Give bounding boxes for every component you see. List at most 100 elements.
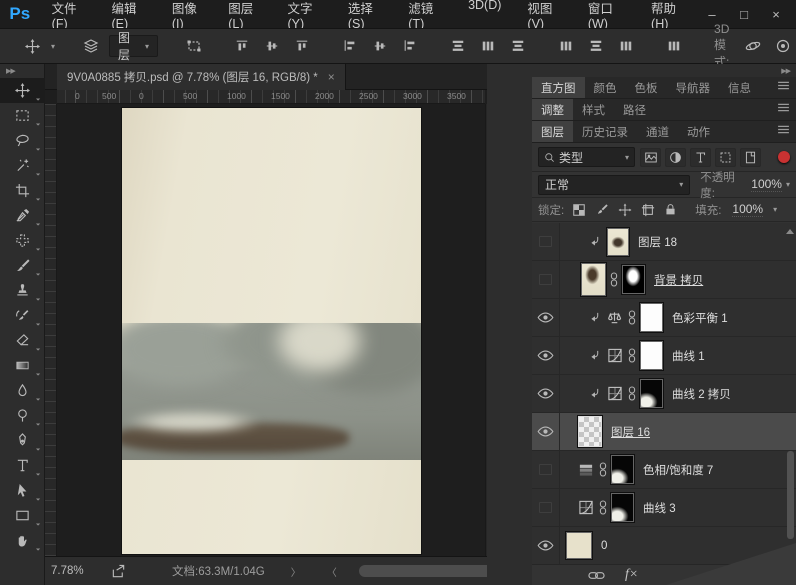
- layer-visibility-toggle[interactable]: [532, 261, 560, 298]
- filter-smart-objects-button[interactable]: [740, 148, 761, 167]
- layer-thumbnail[interactable]: [581, 263, 606, 296]
- tab-路径[interactable]: 路径: [614, 99, 655, 120]
- layer-visibility-toggle[interactable]: [532, 451, 560, 488]
- layer-filter-toggle[interactable]: [778, 151, 790, 163]
- dodge-tool[interactable]: [0, 403, 45, 428]
- layer-name[interactable]: 图层 18: [638, 234, 677, 250]
- auto-select-button[interactable]: [79, 34, 103, 58]
- distribute-bottom-edges-button[interactable]: [506, 34, 530, 58]
- layer-visibility-toggle[interactable]: [532, 489, 560, 526]
- layer-row-图层 16[interactable]: 图层 16: [532, 413, 796, 451]
- document-tab[interactable]: 9V0A0885 拷贝.psd @ 7.78% (图层 16, RGB/8) *…: [57, 64, 346, 90]
- tab-颜色[interactable]: 颜色: [585, 77, 626, 98]
- layer-mask-thumbnail[interactable]: [640, 341, 663, 370]
- export-icon[interactable]: [111, 564, 126, 579]
- filter-pixel-layers-button[interactable]: [640, 148, 661, 167]
- move-tool[interactable]: [0, 78, 45, 103]
- align-left-edges-button[interactable]: [338, 34, 362, 58]
- crop-tool[interactable]: [0, 178, 45, 203]
- layer-row-色彩平衡 1[interactable]: 色彩平衡 1: [532, 299, 796, 337]
- scroll-left-arrow-icon[interactable]: 〈: [327, 564, 337, 579]
- layer-name[interactable]: 背景 拷贝: [654, 272, 703, 288]
- filter-adjustment-layers-button[interactable]: [665, 148, 686, 167]
- maximize-button[interactable]: □: [730, 4, 758, 24]
- layer-visibility-toggle[interactable]: [532, 299, 560, 336]
- layer-visibility-toggle[interactable]: [532, 337, 560, 374]
- panel-menu-icon[interactable]: [777, 125, 790, 134]
- distribute-vertical-centers-button[interactable]: [476, 34, 500, 58]
- tab-信息[interactable]: 信息: [719, 77, 760, 98]
- close-button[interactable]: ×: [762, 4, 790, 24]
- layer-effects-icon[interactable]: f×: [625, 567, 638, 583]
- tab-样式[interactable]: 样式: [573, 99, 614, 120]
- align-horizontal-centers-button[interactable]: [368, 34, 392, 58]
- blur-tool[interactable]: [0, 378, 45, 403]
- toolbar-expand-arrows-icon[interactable]: ▶▶: [0, 64, 44, 78]
- align-bottom-edges-button[interactable]: [290, 34, 314, 58]
- magic-wand-tool[interactable]: [0, 153, 45, 178]
- panel-menu-icon[interactable]: [777, 103, 790, 112]
- horizontal-scroll-thumb[interactable]: [359, 565, 493, 577]
- zoom-level-field[interactable]: 7.78%: [51, 565, 103, 577]
- eraser-tool[interactable]: [0, 328, 45, 353]
- layer-row-色相/饱和度 7[interactable]: 色相/饱和度 7: [532, 451, 796, 489]
- lock-all-button[interactable]: [662, 201, 679, 218]
- layer-row-图层 18[interactable]: 图层 18: [532, 223, 796, 261]
- canvas-image[interactable]: [122, 108, 421, 554]
- tab-图层[interactable]: 图层: [532, 121, 573, 142]
- layer-name[interactable]: 图层 16: [611, 424, 650, 440]
- layer-list-scroll-thumb[interactable]: [787, 451, 794, 539]
- tab-通道[interactable]: 通道: [637, 121, 678, 142]
- hand-tool[interactable]: [0, 528, 45, 553]
- layer-name[interactable]: 色彩平衡 1: [672, 310, 728, 326]
- layer-visibility-toggle[interactable]: [532, 223, 560, 260]
- layer-mask-thumbnail[interactable]: [611, 455, 634, 484]
- distribute-left-edges-button[interactable]: [554, 34, 578, 58]
- filter-type-layers-button[interactable]: [690, 148, 711, 167]
- brush-tool[interactable]: [0, 253, 45, 278]
- blend-mode-select[interactable]: 正常 ▾: [538, 175, 690, 195]
- layer-mask-thumbnail[interactable]: [640, 379, 663, 408]
- layer-name[interactable]: 色相/饱和度 7: [643, 462, 713, 478]
- opacity-value[interactable]: 100%: [751, 177, 782, 192]
- layer-filter-kind-select[interactable]: 类型 ▾: [538, 147, 635, 167]
- panel-menu-icon[interactable]: [777, 81, 790, 90]
- tab-导航器[interactable]: 导航器: [667, 77, 720, 98]
- layer-name[interactable]: 0: [601, 540, 607, 552]
- layer-visibility-toggle[interactable]: [532, 413, 560, 450]
- lock-artboard-button[interactable]: [639, 201, 656, 218]
- layer-row-曲线 2 拷贝[interactable]: 曲线 2 拷贝: [532, 375, 796, 413]
- layer-name[interactable]: 曲线 3: [643, 500, 676, 516]
- eyedropper-tool[interactable]: [0, 203, 45, 228]
- layer-row-曲线 3[interactable]: 曲线 3: [532, 489, 796, 527]
- layer-visibility-toggle[interactable]: [532, 375, 560, 412]
- shape-tool[interactable]: [0, 503, 45, 528]
- layer-name[interactable]: 曲线 1: [672, 348, 705, 364]
- layer-mask-thumbnail[interactable]: [611, 493, 634, 522]
- align-right-edges-button[interactable]: [398, 34, 422, 58]
- chevron-down-icon[interactable]: ▾: [786, 180, 790, 189]
- minimize-button[interactable]: –: [698, 4, 726, 24]
- layer-row-背景 拷贝[interactable]: 背景 拷贝: [532, 261, 796, 299]
- align-top-edges-button[interactable]: [230, 34, 254, 58]
- tab-close-icon[interactable]: ×: [328, 70, 335, 84]
- auto-select-target-dropdown[interactable]: 图层▾: [109, 35, 158, 57]
- distribute-spacing-button[interactable]: [662, 34, 686, 58]
- document-size-info[interactable]: 文档:63.3M/1.04G: [172, 563, 265, 579]
- tab-调整[interactable]: 调整: [532, 99, 573, 120]
- layer-mask-thumbnail[interactable]: [640, 303, 663, 332]
- show-transform-controls-button[interactable]: [182, 34, 206, 58]
- scroll-up-arrow-icon[interactable]: [786, 229, 794, 234]
- chevron-down-icon[interactable]: ▾: [773, 205, 777, 214]
- layer-name[interactable]: 曲线 2 拷贝: [672, 386, 731, 402]
- layer-thumbnail[interactable]: [578, 416, 602, 447]
- panels-collapse-arrows-icon[interactable]: ▶▶: [532, 64, 796, 77]
- distribute-top-edges-button[interactable]: [446, 34, 470, 58]
- lock-transparent-pixels-button[interactable]: [570, 201, 587, 218]
- align-vertical-centers-button[interactable]: [260, 34, 284, 58]
- layer-visibility-toggle[interactable]: [532, 527, 560, 564]
- link-layers-icon[interactable]: [588, 571, 605, 580]
- 3d-roll-button[interactable]: [771, 34, 795, 58]
- type-tool[interactable]: [0, 453, 45, 478]
- marquee-tool[interactable]: [0, 103, 45, 128]
